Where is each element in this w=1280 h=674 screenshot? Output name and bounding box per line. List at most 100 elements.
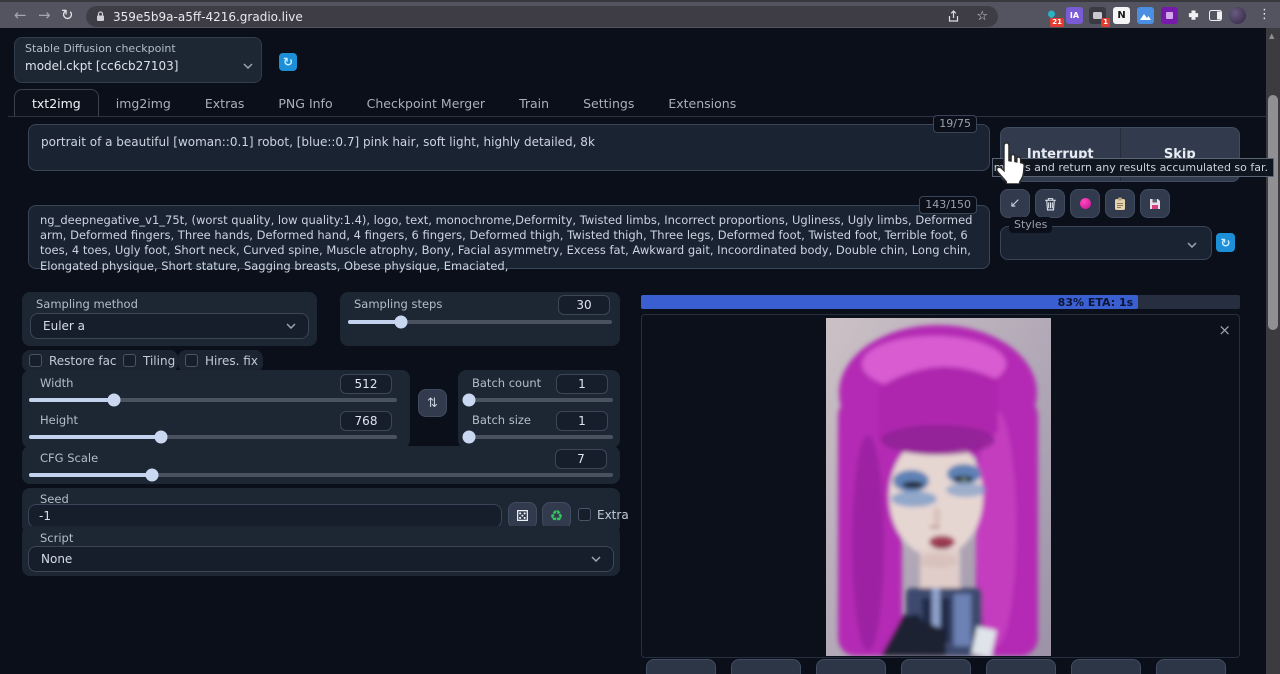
hires-fix-checkbox[interactable] — [185, 354, 198, 367]
styles-label: Styles — [1009, 217, 1052, 233]
output-gallery: × — [641, 314, 1240, 658]
batch-count-value[interactable]: 1 — [556, 374, 608, 394]
chevron-down-icon — [1187, 242, 1197, 248]
page-scrollbar[interactable]: ▲ — [1266, 28, 1280, 674]
negative-prompt-textarea[interactable]: ng_deepnegative_v1_75t, (worst quality, … — [28, 205, 990, 269]
gallery-action-button[interactable] — [986, 659, 1056, 674]
restore-faces-checkbox[interactable] — [29, 354, 42, 367]
scrollbar-thumb[interactable] — [1268, 95, 1278, 330]
tiling-checkbox[interactable] — [123, 354, 136, 367]
clear-prompt-button[interactable] — [1035, 189, 1065, 218]
browser-reload-button[interactable]: ↻ — [61, 2, 74, 28]
gallery-action-button[interactable] — [901, 659, 971, 674]
cfg-scale-value[interactable]: 7 — [555, 449, 607, 469]
slider-handle[interactable] — [155, 431, 168, 444]
tab-checkpoint-merger[interactable]: Checkpoint Merger — [350, 90, 502, 117]
tab-img2img[interactable]: img2img — [99, 90, 188, 117]
tab-extensions[interactable]: Extensions — [651, 90, 753, 117]
checkpoint-refresh-button[interactable]: ↻ — [279, 53, 297, 71]
gallery-action-button[interactable] — [1071, 659, 1141, 674]
height-value[interactable]: 768 — [340, 411, 392, 431]
browser-menu-icon[interactable]: ⋮ — [1258, 7, 1271, 22]
close-preview-icon[interactable]: × — [1218, 323, 1231, 338]
tiling-option[interactable]: Tiling — [116, 350, 178, 372]
generated-image[interactable] — [826, 318, 1051, 656]
save-style-button[interactable] — [1140, 189, 1170, 218]
slider-handle[interactable] — [107, 394, 120, 407]
checkpoint-dropdown[interactable]: model.ckpt [cc6cb27103] — [25, 59, 253, 73]
width-slider[interactable] — [29, 398, 397, 402]
tab-txt2img[interactable]: txt2img — [14, 89, 99, 117]
ext-office-icon[interactable] — [1161, 7, 1178, 24]
random-seed-button[interactable]: ⚄ — [508, 502, 537, 529]
cfg-scale-slider[interactable] — [29, 473, 613, 477]
swap-dimensions-button[interactable]: ⇅ — [418, 389, 447, 417]
reuse-seed-button[interactable]: ♻ — [542, 502, 571, 529]
ext-image-icon[interactable] — [1137, 7, 1154, 24]
chevron-down-icon — [243, 63, 253, 69]
browser-profile-avatar[interactable] — [1229, 7, 1246, 24]
ext-ia-icon[interactable]: IA — [1066, 7, 1083, 24]
extensions-puzzle-icon[interactable] — [1185, 7, 1202, 24]
batch-count-slider[interactable] — [465, 398, 613, 402]
extra-networks-button[interactable] — [1070, 189, 1100, 218]
height-slider[interactable] — [29, 435, 397, 439]
sampling-method-label: Sampling method — [36, 297, 138, 311]
gallery-action-button[interactable] — [646, 659, 716, 674]
slider-fill — [348, 320, 401, 324]
restore-faces-option[interactable]: Restore faces — [22, 350, 130, 372]
sampling-method-select[interactable]: Euler a — [30, 313, 309, 339]
slider-handle[interactable] — [463, 394, 476, 407]
chevron-down-icon — [286, 323, 296, 329]
browser-back-button[interactable]: ← — [14, 2, 27, 28]
paste-arrow-icon: ↙ — [1010, 196, 1021, 211]
batch-size-slider[interactable] — [465, 435, 613, 439]
sampling-steps-slider[interactable] — [348, 320, 612, 324]
ext-pin-icon[interactable]: 21 — [1043, 7, 1060, 24]
script-value: None — [41, 552, 72, 566]
gallery-action-button[interactable] — [816, 659, 886, 674]
slider-handle[interactable] — [463, 431, 476, 444]
width-label: Width — [40, 376, 73, 390]
extra-networks-icon — [1080, 198, 1091, 209]
paste-params-button[interactable]: ↙ — [1000, 189, 1030, 218]
ext-camera-icon[interactable]: 1 — [1089, 7, 1106, 24]
tab-png-info[interactable]: PNG Info — [261, 90, 349, 117]
sampling-method-block: Sampling method Euler a — [22, 292, 317, 346]
prompt-textarea[interactable]: portrait of a beautiful [woman::0.1] rob… — [28, 124, 990, 171]
checkpoint-value: model.ckpt [cc6cb27103] — [25, 59, 178, 73]
slider-handle[interactable] — [394, 316, 407, 329]
batch-size-value[interactable]: 1 — [556, 411, 608, 431]
hires-fix-option[interactable]: Hires. fix — [178, 350, 263, 372]
script-select[interactable]: None — [28, 546, 614, 572]
batch-block: Batch count 1 Batch size 1 — [458, 370, 620, 448]
width-value[interactable]: 512 — [340, 374, 392, 394]
batch-count-label: Batch count — [472, 376, 541, 390]
styles-refresh-button[interactable]: ↻ — [1216, 233, 1235, 252]
styles-dropdown[interactable]: Styles — [1000, 226, 1212, 260]
sampling-steps-value[interactable]: 30 — [558, 295, 610, 315]
seed-input[interactable]: -1 — [28, 504, 502, 528]
tab-settings[interactable]: Settings — [566, 90, 651, 117]
extra-seed-checkbox[interactable] — [578, 508, 591, 521]
gallery-action-button[interactable] — [731, 659, 801, 674]
url-text: 359e5b9a-a5ff-4216.gradio.live — [113, 10, 947, 24]
share-icon[interactable] — [947, 10, 960, 23]
hires-fix-label: Hires. fix — [205, 354, 258, 368]
prompt-token-counter: 19/75 — [933, 115, 977, 133]
tab-train[interactable]: Train — [502, 90, 566, 117]
slider-handle[interactable] — [145, 469, 158, 482]
gallery-action-button[interactable] — [1156, 659, 1226, 674]
bookmark-star-icon[interactable]: ☆ — [976, 4, 988, 30]
scrollbar-up-arrow[interactable]: ▲ — [1269, 32, 1274, 40]
swap-arrows-icon: ⇅ — [427, 396, 438, 411]
browser-forward-button[interactable]: → — [38, 2, 51, 28]
tab-extras[interactable]: Extras — [188, 90, 262, 117]
cfg-scale-block: CFG Scale 7 — [22, 446, 620, 484]
ext-notion-icon[interactable]: N — [1113, 7, 1130, 24]
ext-notion-label: N — [1117, 10, 1125, 21]
side-panel-icon[interactable] — [1207, 7, 1224, 24]
url-bar[interactable]: 359e5b9a-a5ff-4216.gradio.live ☆ — [86, 6, 998, 27]
apply-style-button[interactable] — [1105, 189, 1135, 218]
prompt-text: portrait of a beautiful [woman::0.1] rob… — [29, 125, 989, 160]
